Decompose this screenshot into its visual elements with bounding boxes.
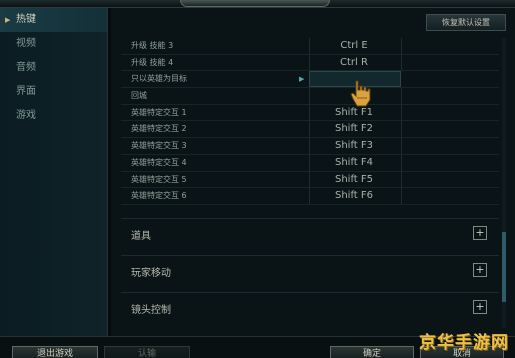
hotkey-action: 英雄特定交互 1 [131,107,187,117]
scrollbar-thumb[interactable] [502,232,506,302]
column-divider [401,54,402,71]
table-row[interactable]: 英雄特定交互 5 Shift F5 [121,171,499,189]
hand-cursor-icon [350,80,371,107]
column-divider [401,38,402,54]
expand-icon[interactable]: + [473,300,487,314]
hotkey-action: 英雄特定交互 3 [131,141,187,151]
sidebar-item-label: 音频 [16,62,36,73]
table-row[interactable]: 升级 技能 4 Ctrl R [121,54,499,72]
hotkey-action: 英雄特定交互 5 [131,174,187,184]
hotkey-action: 英雄特定交互 6 [131,191,187,201]
sidebar-item-game[interactable]: 游戏 [0,104,107,128]
sidebar-item-label: 视频 [16,38,36,49]
column-divider [401,121,402,138]
sidebar-item-label: 界面 [16,86,36,97]
table-row[interactable]: 升级 技能 3 Ctrl E [121,38,499,55]
table-row[interactable]: 英雄特定交互 6 Shift F6 [121,188,499,205]
hotkey-action: 英雄特定交互 4 [131,157,187,167]
table-row[interactable]: 英雄特定交互 2 Shift F2 [121,121,499,139]
reset-defaults-button[interactable]: 恢复默认设置 [426,14,506,31]
hotkey-action: 英雄特定交互 2 [131,124,187,134]
hotkey-binding[interactable]: Ctrl R [309,55,399,71]
table-row[interactable]: 只以英雄为目标 ▶ [121,71,499,89]
watermark-logo: 京华手游网 [419,333,509,353]
table-row[interactable]: 回城 [121,88,499,105]
column-divider [401,138,402,154]
hotkey-binding[interactable]: Ctrl E [309,38,399,54]
section-label: 道具 [131,231,151,242]
sidebar-item-interface[interactable]: 界面 [0,80,107,104]
section-label: 镜头控制 [131,305,171,316]
hotkey-table: 升级 技能 3 Ctrl E 升级 技能 4 Ctrl R 只以英雄为目标 ▶ … [121,38,499,205]
expand-icon[interactable]: + [473,263,487,277]
table-row[interactable]: 英雄特定交互 1 Shift F1 [121,104,499,122]
exit-game-button[interactable]: 退出游戏 [12,346,98,358]
hotkey-binding[interactable]: Shift F6 [309,188,399,204]
column-divider [401,88,402,104]
column-divider [309,88,310,104]
section-player-movement[interactable]: 玩家移动 + [121,255,499,285]
sidebar-item-hotkeys[interactable]: ▶ 热键 [0,8,107,32]
section-items[interactable]: 道具 + [121,218,499,248]
chevron-right-icon: ▶ [5,16,11,24]
table-row[interactable]: 英雄特定交互 4 Shift F4 [121,154,499,172]
column-divider [401,154,402,171]
expand-icon[interactable]: + [473,226,487,240]
column-divider [401,104,402,121]
confirm-button[interactable]: 确定 [330,346,414,358]
top-ornament [180,0,330,7]
sidebar: ▶ 热键 视频 音频 界面 游戏 [0,8,108,336]
hotkey-action: 回城 [131,91,147,101]
table-row[interactable]: 英雄特定交互 3 Shift F3 [121,138,499,155]
hotkey-action: 升级 技能 3 [131,41,174,50]
surrender-button[interactable]: 认输 [104,346,190,358]
hotkey-action: 只以英雄为目标 [131,74,187,84]
section-camera-control[interactable]: 镜头控制 + [121,292,499,322]
hotkey-binding[interactable]: Shift F3 [309,138,399,154]
sidebar-item-label: 热键 [16,14,36,25]
hotkey-binding[interactable]: Shift F2 [309,121,399,137]
section-label: 玩家移动 [131,268,171,279]
row-pointer-icon: ▶ [299,75,305,84]
sidebar-item-label: 游戏 [16,110,36,121]
hotkey-binding[interactable]: Shift F4 [309,155,399,171]
sidebar-item-audio[interactable]: 音频 [0,56,107,80]
hotkey-binding[interactable]: Shift F5 [309,172,399,188]
hotkey-action: 升级 技能 4 [131,57,174,67]
column-divider [401,188,402,204]
sidebar-item-video[interactable]: 视频 [0,32,107,56]
column-divider [401,171,402,188]
